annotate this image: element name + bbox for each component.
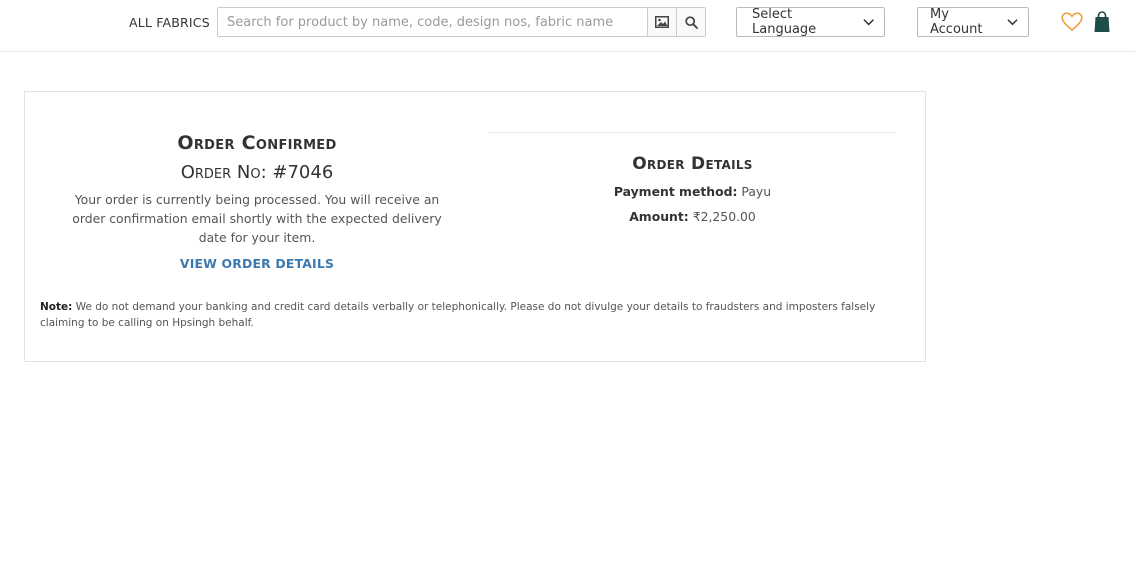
view-order-details-link[interactable]: VIEW ORDER DETAILS [180,256,334,271]
amount-row: Amount: ₹2,250.00 [489,209,896,224]
category-label-all-fabrics[interactable]: ALL FABRICS [129,15,210,30]
note-label: Note: [40,301,73,313]
search-button[interactable] [676,8,705,36]
chevron-down-icon [863,19,874,26]
order-number-line: Order No: #7046 [57,162,457,183]
security-note: Note: We do not demand your banking and … [40,299,912,331]
order-summary-section: Order Confirmed Order No: #7046 Your ord… [57,132,457,272]
order-number-value: #7046 [272,162,334,183]
language-select[interactable]: Select Language [736,7,885,37]
top-header: ALL FABRICS Select Language My Account [0,0,1135,52]
search-bar [217,7,706,37]
shopping-bag-icon[interactable] [1094,11,1110,33]
image-search-icon [655,16,669,28]
payment-method-value: Payu [741,184,772,199]
search-icon [684,15,698,29]
language-select-label: Select Language [752,7,817,37]
amount-label: Amount: [629,209,689,224]
amount-value: ₹2,250.00 [692,209,756,224]
order-confirmed-title: Order Confirmed [177,132,337,154]
order-confirmation-card: Order Confirmed Order No: #7046 Your ord… [24,91,926,362]
chevron-down-icon [1007,19,1018,26]
payment-method-label: Payment method: [613,184,738,199]
order-details-section: Order Details Payment method: Payu Amoun… [489,132,896,224]
heart-icon[interactable] [1061,12,1083,32]
payment-method-row: Payment method: Payu [489,184,896,199]
my-account-dropdown[interactable]: My Account [917,7,1029,37]
order-number-label: Order No: [180,162,267,183]
image-search-button[interactable] [647,8,676,36]
note-text: We do not demand your banking and credit… [40,301,876,329]
my-account-label: My Account [930,7,983,37]
order-details-title: Order Details [632,154,753,174]
order-processing-message: Your order is currently being processed.… [72,192,442,245]
search-input[interactable] [218,8,647,36]
